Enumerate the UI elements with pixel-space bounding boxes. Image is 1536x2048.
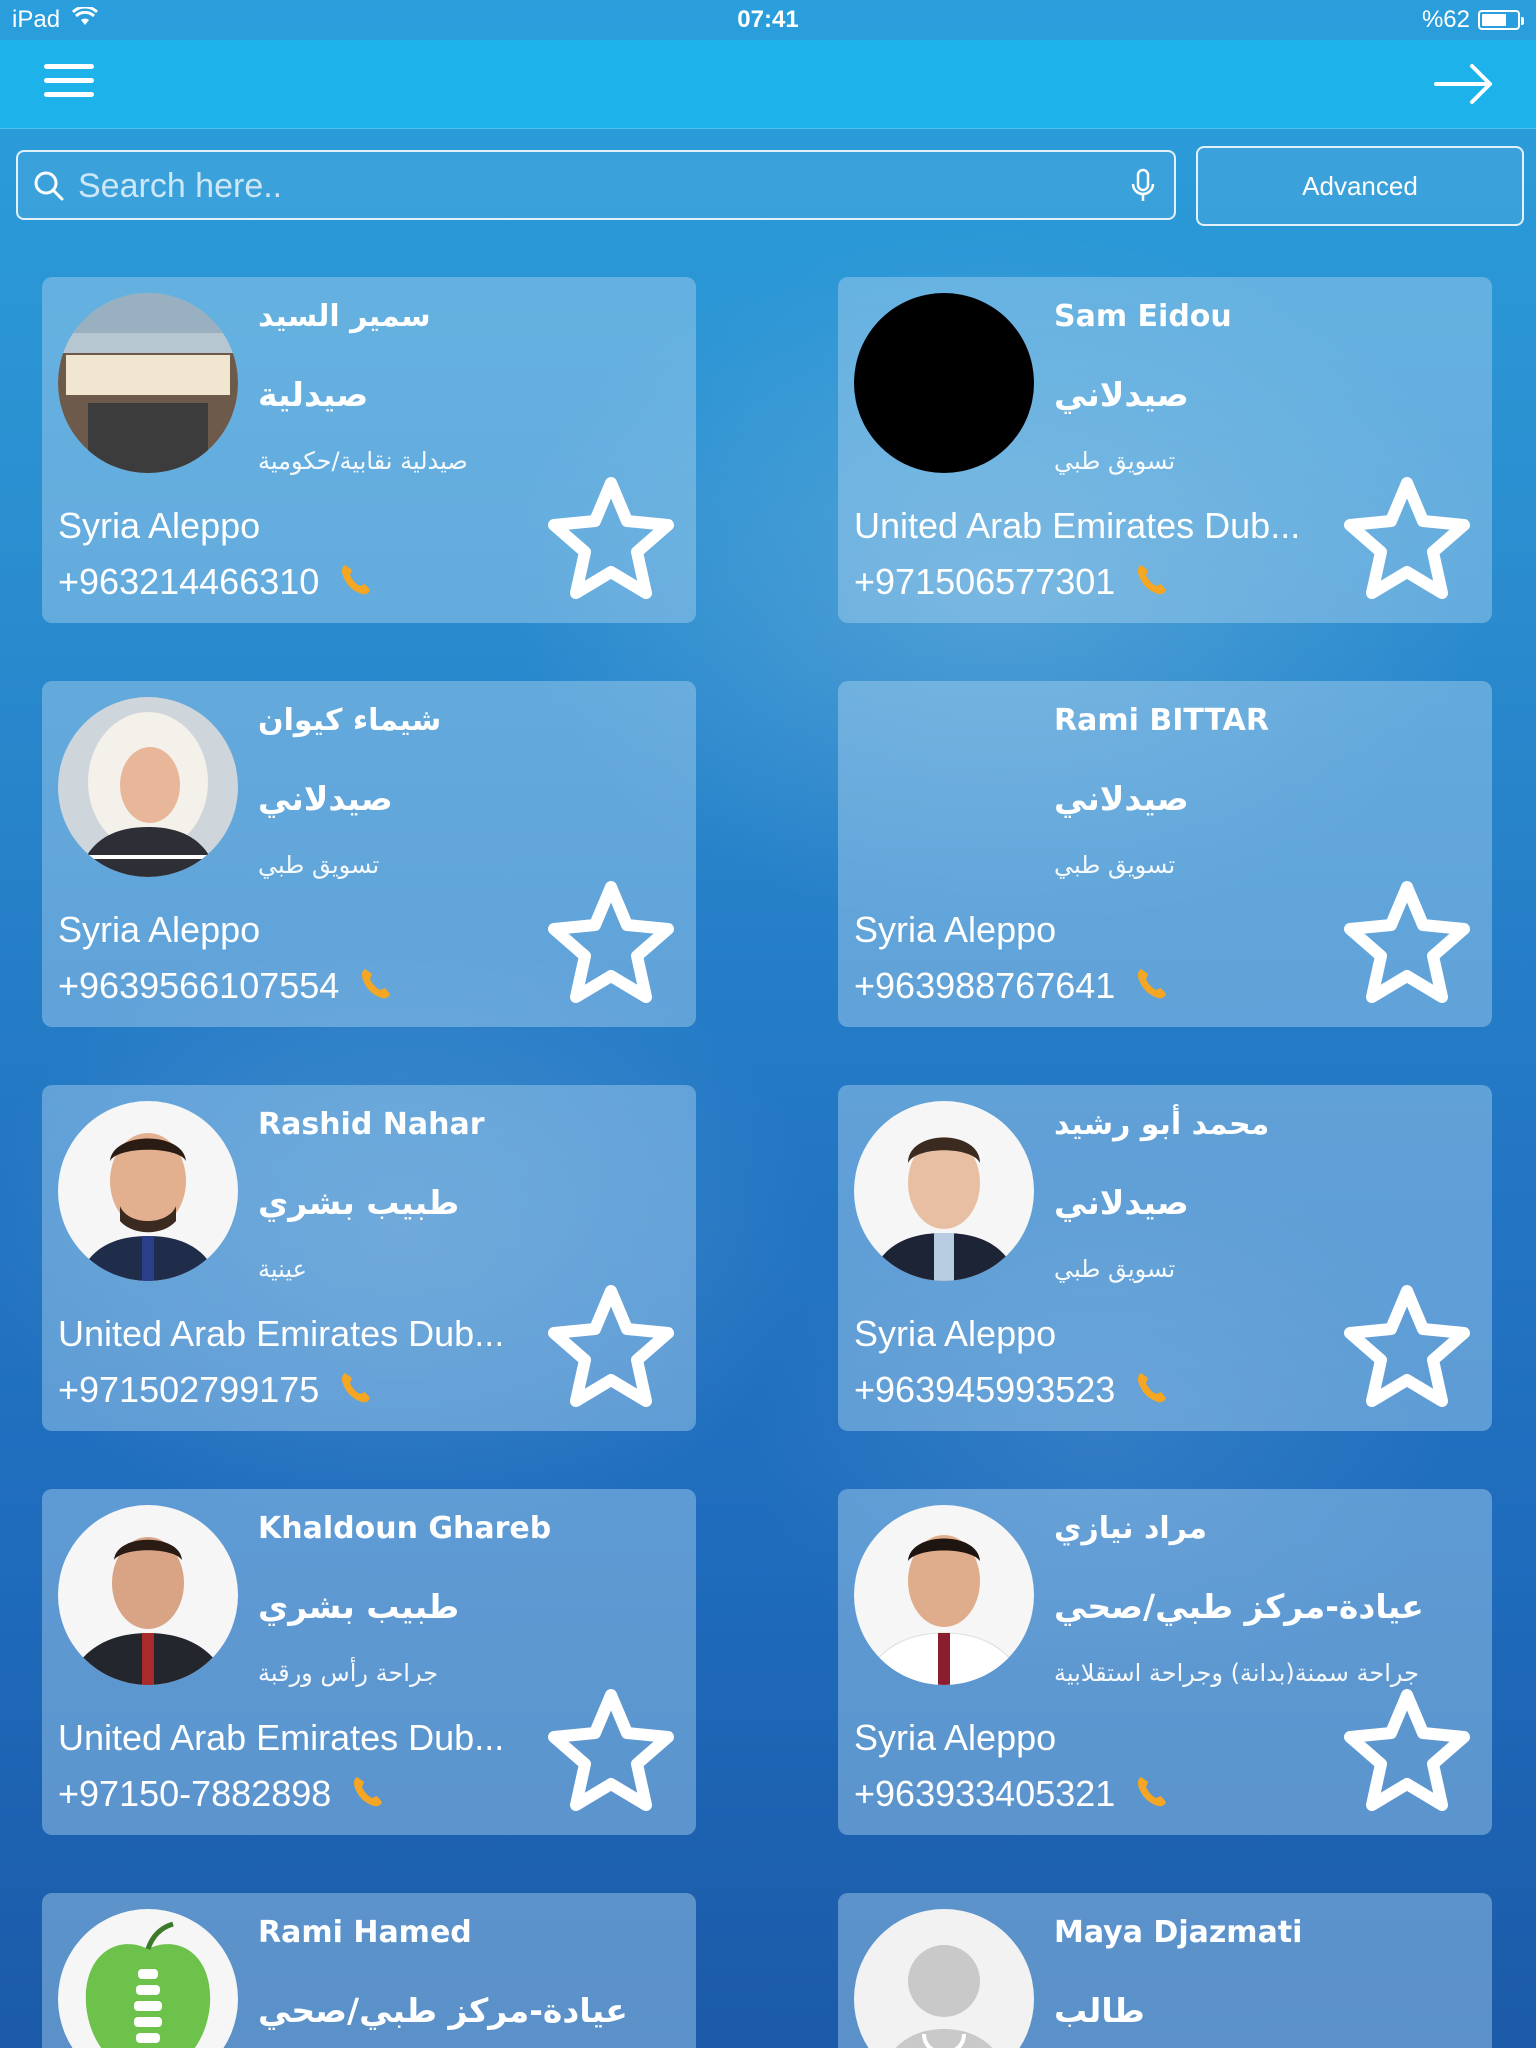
contact-name: شيماء كيوان — [258, 703, 442, 738]
contact-phone: +9639566107554 — [58, 965, 340, 1006]
contact-name: مراد نيازي — [1054, 1511, 1207, 1546]
contact-phone: +97150-7882898 — [58, 1773, 332, 1814]
contact-phone: +963988767641 — [854, 965, 1116, 1006]
contact-subtitle: تسويق طبي — [1054, 447, 1176, 475]
contact-specialty: صيدلاني — [1054, 1183, 1189, 1222]
star-icon[interactable] — [544, 1685, 678, 1819]
avatar-default-silhouette — [854, 1909, 1034, 2048]
contact-location: United Arab Emirates Dub... — [58, 1717, 505, 1758]
avatar-doctor-white-coat — [854, 1505, 1034, 1685]
contact-name: سمير السيد — [258, 299, 431, 334]
star-icon[interactable] — [1340, 473, 1474, 607]
contact-specialty: طالب — [1054, 1991, 1145, 2030]
contact-specialty: صيدلاني — [1054, 375, 1189, 414]
contact-location: Syria Aleppo — [58, 909, 261, 950]
contact-location: United Arab Emirates Dub... — [854, 505, 1301, 546]
advanced-search-button[interactable]: Advanced — [1196, 146, 1524, 226]
contact-name: Rami BITTAR — [1054, 703, 1269, 738]
contact-phone: +971506577301 — [854, 561, 1116, 602]
avatar-woman-hijab — [58, 697, 238, 877]
battery-percent: %62 — [1421, 6, 1470, 33]
contact-phone: +971502799175 — [58, 1369, 320, 1410]
phone-icon[interactable] — [349, 1774, 385, 1814]
avatar-man-suit — [58, 1505, 238, 1685]
contact-specialty: صيدلاني — [258, 779, 393, 818]
contact-phone: +963945993523 — [854, 1369, 1116, 1410]
contact-name: محمد أبو رشيد — [1054, 1107, 1270, 1142]
contact-name: Rami Hamed — [258, 1915, 472, 1950]
avatar-man-glasses — [58, 1101, 238, 1281]
contact-card[interactable]: Sam Eidou صيدلاني تسويق طبي United Arab … — [838, 277, 1492, 623]
contact-location: United Arab Emirates Dub... — [58, 1313, 505, 1354]
star-icon[interactable] — [544, 473, 678, 607]
phone-icon[interactable] — [1133, 562, 1169, 602]
phone-icon[interactable] — [1133, 1370, 1169, 1410]
contact-specialty: عيادة-مركز طبي/صحي — [258, 1991, 628, 2030]
phone-icon[interactable] — [357, 966, 393, 1006]
contact-name: Rashid Nahar — [258, 1107, 485, 1142]
contact-phone: +963214466310 — [58, 561, 320, 602]
contact-card[interactable]: Rami BITTAR صيدلاني تسويق طبي Syria Alep… — [838, 681, 1492, 1027]
contact-card[interactable]: سمير السيد صيدلية صيدلية نقابية/حكومية S… — [42, 277, 696, 623]
contact-subtitle: عينية — [258, 1255, 307, 1283]
star-icon[interactable] — [1340, 1685, 1474, 1819]
phone-icon[interactable] — [337, 1370, 373, 1410]
contact-name: Sam Eidou — [1054, 299, 1232, 334]
contact-location: Syria Aleppo — [854, 1313, 1057, 1354]
contact-name: Maya Djazmati — [1054, 1915, 1303, 1950]
star-icon[interactable] — [1340, 877, 1474, 1011]
avatar-black-circle — [854, 293, 1034, 473]
contact-name: Khaldoun Ghareb — [258, 1511, 552, 1546]
microphone-icon[interactable] — [1130, 168, 1156, 208]
contact-subtitle: جراحة سمنة(بدانة) وجراحة استقلابية — [1054, 1659, 1419, 1687]
contact-location: Syria Aleppo — [854, 1717, 1057, 1758]
arrow-right-icon[interactable] — [1432, 60, 1496, 108]
contact-specialty: صيدلية — [258, 375, 369, 414]
search-bar — [16, 150, 1176, 220]
contact-specialty: طبيب بشري — [258, 1183, 460, 1222]
avatar-young-man — [854, 1101, 1034, 1281]
search-input[interactable] — [76, 162, 1110, 210]
contact-card[interactable]: مراد نيازي عيادة-مركز طبي/صحي جراحة سمنة… — [838, 1489, 1492, 1835]
contact-specialty: صيدلاني — [1054, 779, 1189, 818]
contact-subtitle: تسويق طبي — [1054, 851, 1176, 879]
contact-phone: +963933405321 — [854, 1773, 1116, 1814]
contact-location: Syria Aleppo — [854, 909, 1057, 950]
star-icon[interactable] — [544, 1281, 678, 1415]
contact-card[interactable]: Khaldoun Ghareb طبيب بشري جراحة رأس ورقب… — [42, 1489, 696, 1835]
phone-icon[interactable] — [1133, 966, 1169, 1006]
clock: 07:41 — [737, 6, 799, 33]
contact-card[interactable]: Rashid Nahar طبيب بشري عينية United Arab… — [42, 1085, 696, 1431]
contact-card[interactable]: Rami Hamed عيادة-مركز طبي/صحي — [42, 1893, 696, 2048]
contact-card[interactable]: محمد أبو رشيد صيدلاني تسويق طبي Syria Al… — [838, 1085, 1492, 1431]
phone-icon[interactable] — [337, 562, 373, 602]
avatar-pharmacy-storefront — [58, 293, 238, 473]
star-icon[interactable] — [544, 877, 678, 1011]
star-icon[interactable] — [1340, 1281, 1474, 1415]
battery-icon — [1478, 10, 1524, 30]
avatar-empty — [854, 697, 1034, 877]
contact-specialty: طبيب بشري — [258, 1587, 460, 1626]
contact-location: Syria Aleppo — [58, 505, 261, 546]
search-icon — [32, 169, 66, 207]
contact-subtitle: تسويق طبي — [258, 851, 380, 879]
contact-subtitle: تسويق طبي — [1054, 1255, 1176, 1283]
phone-icon[interactable] — [1133, 1774, 1169, 1814]
contact-subtitle: جراحة رأس ورقبة — [258, 1659, 439, 1687]
contact-card[interactable]: Maya Djazmati طالب — [838, 1893, 1492, 2048]
navbar — [0, 40, 1536, 129]
contact-card[interactable]: شيماء كيوان صيدلاني تسويق طبي Syria Alep… — [42, 681, 696, 1027]
hamburger-menu-icon[interactable] — [44, 64, 94, 104]
contact-specialty: عيادة-مركز طبي/صحي — [1054, 1587, 1424, 1626]
contact-subtitle: صيدلية نقابية/حكومية — [258, 447, 468, 475]
status-bar: iPad 07:41 %62 — [0, 0, 1536, 40]
avatar-green-apple-spine — [58, 1909, 238, 2048]
